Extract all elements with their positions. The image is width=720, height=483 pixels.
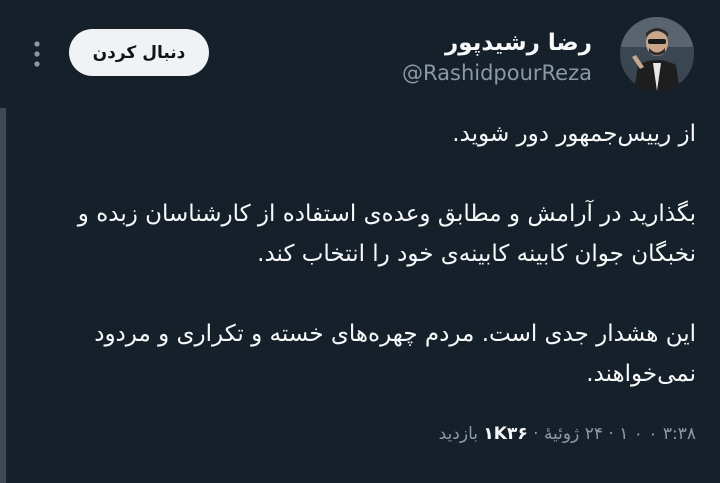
tweet-line: بگذارید در آرامش و مطابق وعده‌ی استفاده … (77, 201, 696, 227)
more-vertical-icon[interactable] (27, 38, 47, 70)
profile-photo (620, 17, 694, 91)
views-count: ۱K۳۶ (483, 424, 528, 444)
tweet-header: رضا رشیدپور @RashidpourReza دنبال کردن (0, 0, 720, 108)
tweet-meta: ۳:۳۸ ۰ ۰ ۱ · ۲۴ ژوئیهٔ · ۱K۳۶ بازدید (420, 424, 696, 444)
tweet-paragraph: بگذارید در آرامش و مطابق وعده‌ی استفاده … (16, 194, 696, 274)
tweet-date[interactable]: ۲۴ ژوئیهٔ (544, 424, 603, 444)
tweet-time[interactable]: ۳:۳۸ ۰ ۰ ۱ (619, 424, 696, 444)
meta-separator: · (533, 424, 539, 444)
views-label: بازدید (438, 424, 478, 444)
author-handle[interactable]: @RashidpourReza (402, 58, 592, 88)
tweet-paragraph: از رییس‌جمهور دور شوید. (16, 114, 696, 154)
tweet-paragraph: این هشدار جدی است. مردم چهره‌های خسته و … (16, 314, 696, 394)
tweet-line: نمی‌خواهند. (586, 361, 696, 387)
tweet-card: رضا رشیدپور @RashidpourReza دنبال کردن ا… (0, 0, 720, 483)
tweet-line: نخبگان جوان کابینه کابینه‌ی خود را انتخا… (257, 241, 696, 267)
author-names: رضا رشیدپور @RashidpourReza (402, 28, 592, 88)
author-display-name[interactable]: رضا رشیدپور (402, 28, 592, 58)
tweet-line: از رییس‌جمهور دور شوید. (452, 121, 696, 147)
tweet-line: این هشدار جدی است. مردم چهره‌های خسته و … (94, 321, 696, 347)
follow-button[interactable]: دنبال کردن (69, 29, 209, 76)
avatar[interactable] (620, 17, 694, 91)
tweet-text: از رییس‌جمهور دور شوید. بگذارید در آرامش… (16, 114, 696, 394)
meta-separator: · (608, 424, 614, 444)
